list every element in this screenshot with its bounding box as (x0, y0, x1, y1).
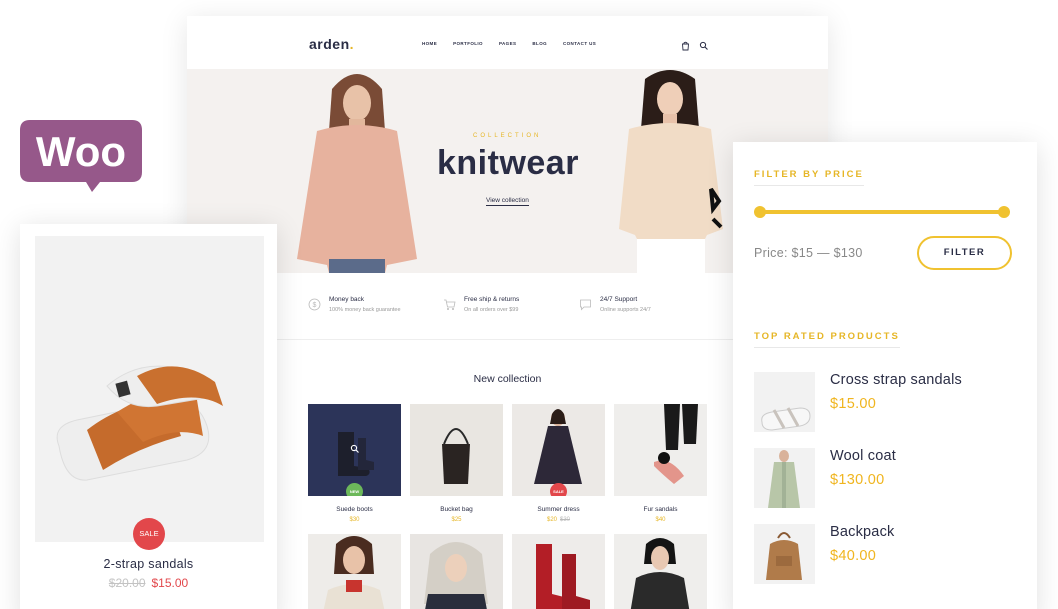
product-name[interactable]: Bucket bag (410, 506, 503, 513)
product-thumbnail[interactable] (754, 448, 815, 508)
store-preview: arden. HOME PORTFOLIO PAGES BLOG CONTACT… (187, 16, 828, 609)
hero-eyebrow: COLLECTION (473, 133, 542, 139)
product-name[interactable]: Summer dress (512, 506, 605, 513)
feature-support: 24/7 Support Online supports 24/7 (579, 296, 651, 313)
new-badge: NEW (346, 483, 363, 496)
svg-text:$: $ (313, 302, 317, 309)
filter-heading: FILTER BY PRICE (754, 169, 864, 186)
sale-badge: SALE (133, 518, 165, 550)
product-price: $20.00 $15.00 (108, 576, 189, 590)
product-name[interactable]: Backpack (830, 524, 894, 540)
product-image[interactable] (410, 404, 503, 496)
top-rated-item[interactable]: Cross strap sandals $15.00 (754, 372, 1034, 432)
product-thumbnail[interactable] (754, 524, 815, 584)
product-card[interactable]: Bucket bag $25 (410, 404, 503, 523)
search-icon[interactable] (350, 444, 360, 454)
product-name[interactable]: Wool coat (830, 448, 896, 464)
product-image[interactable] (614, 534, 707, 609)
product-card[interactable]: NEW Suede boots $30 (308, 404, 401, 523)
product-thumbnail[interactable] (754, 372, 815, 432)
model-right-image (619, 70, 723, 273)
sidebar-widgets: FILTER BY PRICE Price: $15 — $130 FILTER… (733, 142, 1037, 609)
product-name[interactable]: Fur sandals (614, 506, 707, 513)
menu-portfolio[interactable]: PORTFOLIO (453, 41, 483, 46)
menu-blog[interactable]: BLOG (532, 41, 547, 46)
top-rated-heading: TOP RATED PRODUCTS (754, 331, 900, 348)
top-rated-item[interactable]: Backpack $40.00 (754, 524, 1034, 584)
price-slider-track[interactable] (759, 210, 1005, 214)
filter-button[interactable]: FILTER (917, 236, 1012, 270)
product-card[interactable]: Fur sandals $40 (614, 404, 707, 523)
sale-badge: SALE (550, 483, 567, 496)
product-card[interactable] (512, 534, 605, 609)
product-price: $40.00 (830, 548, 877, 564)
menu-pages[interactable]: PAGES (499, 41, 516, 46)
product-image[interactable] (410, 534, 503, 609)
chat-icon (580, 299, 591, 311)
product-image[interactable] (35, 236, 264, 542)
main-menu: HOME PORTFOLIO PAGES BLOG CONTACT US (422, 41, 612, 46)
product-price: $130.00 (830, 472, 885, 488)
search-icon[interactable] (699, 38, 709, 50)
product-price: $25 (451, 517, 462, 523)
product-price: $20 $30 (546, 517, 571, 523)
product-name[interactable]: 2-strap sandals (20, 557, 277, 571)
product-image[interactable] (512, 534, 605, 609)
product-name[interactable]: Cross strap sandals (830, 372, 962, 388)
featured-product-card[interactable]: SALE 2-strap sandals $20.00 $15.00 (20, 224, 277, 609)
cart-icon[interactable] (681, 38, 691, 51)
hero-title: knitwear (437, 144, 579, 182)
price-range-label: Price: $15 — $130 (754, 246, 863, 260)
feature-free-ship: Free ship & returns On all orders over $9… (443, 296, 519, 313)
product-name[interactable]: Suede boots (308, 506, 401, 513)
product-price: $40 (655, 517, 666, 523)
menu-home[interactable]: HOME (422, 41, 437, 46)
feature-money-back: $ Money back 100% money back guarantee (308, 296, 401, 313)
product-card[interactable] (308, 534, 401, 609)
top-nav: arden. HOME PORTFOLIO PAGES BLOG CONTACT… (187, 16, 828, 69)
cart-icon (444, 299, 456, 310)
product-card[interactable] (410, 534, 503, 609)
menu-contact-us[interactable]: CONTACT US (563, 41, 596, 46)
top-rated-item[interactable]: Wool coat $130.00 (754, 448, 1034, 508)
model-left-image (297, 74, 417, 273)
product-card[interactable] (614, 534, 707, 609)
product-price: $15.00 (830, 396, 877, 412)
product-image[interactable] (308, 534, 401, 609)
woocommerce-logo: Woo (20, 120, 142, 192)
product-image[interactable]: NEW (308, 404, 401, 496)
product-price: $30 (349, 517, 360, 523)
price-slider-max-handle[interactable] (998, 206, 1010, 218)
view-collection-link[interactable]: View collection (486, 197, 529, 206)
product-image[interactable]: SALE (512, 404, 605, 496)
product-image[interactable] (614, 404, 707, 496)
section-title: New collection (473, 373, 542, 385)
price-slider-min-handle[interactable] (754, 206, 766, 218)
svg-text:Woo: Woo (36, 128, 126, 175)
dollar-icon: $ (308, 298, 321, 311)
store-logo[interactable]: arden. (309, 36, 354, 52)
hero-banner: COLLECTION knitwear View collection (187, 69, 828, 273)
features-strip: $ Money back 100% money back guarantee Fr… (187, 288, 828, 340)
product-card[interactable]: SALE Summer dress $20 $30 (512, 404, 605, 523)
